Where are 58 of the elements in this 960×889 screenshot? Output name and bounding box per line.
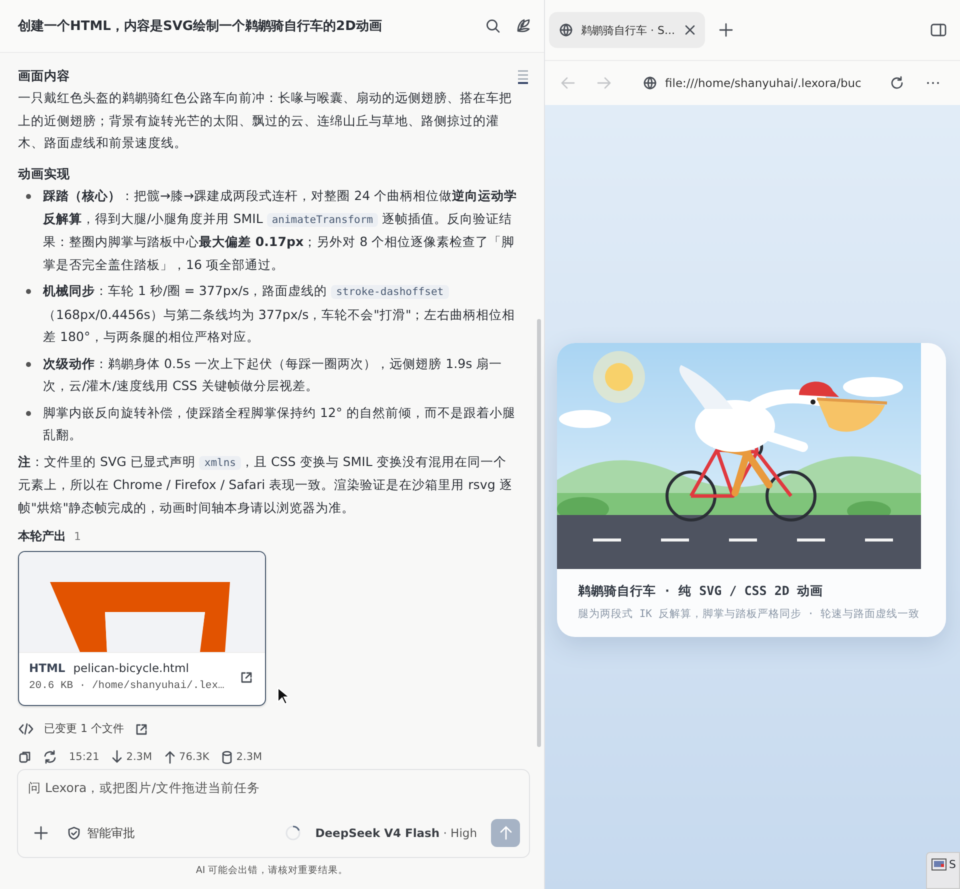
close-icon[interactable] — [682, 23, 697, 37]
plus-icon[interactable] — [718, 23, 733, 37]
shield-icon — [67, 826, 81, 840]
file-meta: 20.6 KB · /home/shanyuhai/.lex… — [29, 678, 224, 694]
database-icon — [221, 750, 234, 765]
upload-size: 76.3K — [179, 750, 210, 766]
section-heading: 画面内容 — [18, 66, 71, 85]
bullet-dot — [26, 410, 31, 416]
reload-icon[interactable] — [890, 76, 904, 90]
bullet-dot — [26, 362, 31, 367]
outline-icon[interactable] — [516, 68, 530, 85]
list-item-text: 次级动作：鹈鹕身体 0.5s 一次上下起伏（每踩一圈两次），远侧翅膀 1.9s 扇一次，云/灌木/速度线用 CSS 关键帧做分层视差。 — [43, 354, 504, 396]
storage-size: 2.3M — [236, 750, 262, 766]
globe-icon — [559, 23, 573, 37]
paragraph: 一只戴红色头盔的鹈鹕骑红色公路车向前冲：长喙与喉囊、扇动的远侧翅膀、搭在车把上的近侧翅膀；背景有旋转光芒的太阳、飘过的云、连绵山丘与草地、路侧掠过的灌木、路面虚线和前景速度线。 — [18, 89, 513, 152]
outputs-count: 1 — [74, 529, 81, 546]
section-heading: 动画实现 — [18, 164, 71, 183]
browser-tab[interactable]: 鹈鹕骑自行车 · S... — [549, 12, 705, 48]
arrow-up-icon — [164, 750, 176, 764]
message-field[interactable]: 问 Lexora，或把图片/文件拖进当前任务 智能审批 DeepSeek V4 Flash · High — [17, 768, 530, 858]
file-card[interactable]: HTML pelican-bicycle.html 20.6 KB · /home/shanyuhai/.lex… — [18, 550, 266, 706]
file-type: HTML — [29, 660, 66, 677]
search-icon[interactable] — [485, 18, 501, 34]
spinner-icon — [285, 825, 302, 841]
globe-icon — [643, 76, 657, 90]
arrow-down-icon — [111, 750, 124, 764]
changed-files-link[interactable]: 已变更 1 个文件 — [44, 718, 124, 740]
approval-button[interactable]: 智能审批 — [65, 822, 137, 844]
model-selector[interactable]: DeepSeek V4 Flash · High — [313, 824, 479, 842]
leaf-icon[interactable] — [515, 17, 532, 34]
list-item-text: 机械同步：车轮 1 秒/圈 = 377px/s，路面虚线的 stroke-dashoffset （168px/0.4456s）与第二条线均为 377px/s，车轮不会"打滑"；左右曲柄相位相差 180°，与两条腿的相位严格对应。 — [43, 282, 516, 346]
window-icon — [931, 858, 947, 871]
cursor-icon — [277, 686, 290, 705]
bullet-dot — [26, 289, 31, 294]
external-link-icon[interactable] — [134, 722, 148, 736]
bullet-dot — [26, 194, 31, 200]
note-paragraph: 注：文件里的 SVG 已显式声明 xmlns ，且 CSS 变换与 SMIL 变换没有混用在同一个元素上，所以在 Chrome / Firefox / Safari 表现一致。渲染验证是在沙箱里用 rsvg 逐帧"烘焙"静态帧完成的，动画时间轴本身请以浏览器为准。 — [18, 452, 514, 517]
list-item-text: 脚掌内嵌反向旋转补偿，使踩踏全程脚掌保持约 12° 的自然前倾，而不是跟着小腿乱翻。 — [43, 404, 516, 444]
plus-icon[interactable] — [33, 825, 49, 841]
copy-icon[interactable] — [18, 750, 31, 764]
scroll-thumb[interactable] — [537, 318, 541, 747]
refresh-icon[interactable] — [43, 750, 57, 764]
outputs-label: 本轮产出 — [18, 528, 66, 546]
download-size: 2.3M — [126, 750, 152, 766]
arrow-up-icon — [498, 825, 514, 841]
external-link-icon[interactable] — [239, 670, 253, 684]
more-icon[interactable] — [926, 79, 940, 87]
code-icon — [18, 720, 34, 737]
file-name: pelican-bicycle.html — [73, 660, 189, 677]
url-field[interactable]: file:///home/shanyuhai/.lexora/buc — [665, 76, 868, 90]
card-subtitle: 腿为两段式 IK 反解算，脚掌与踏板严格同步 · 轮速与路面虚线一致 — [578, 607, 920, 622]
chat-title: 创建一个HTML，内容是SVG绘制一个鹈鹕骑自行车的2D动画 — [18, 18, 382, 35]
card-title: 鹈鹕骑自行车 · 纯 SVG / CSS 2D 动画 — [578, 583, 824, 600]
time-text: 15:21 — [69, 750, 100, 766]
sidebar-icon[interactable] — [930, 22, 947, 38]
taskbar-item[interactable]: S — [926, 852, 960, 889]
disclaimer-text: AI 可能会出错，请核对重要结果。 — [194, 864, 350, 878]
list-item-text: 踩踏（核心）：把髋→膝→踝建成两段式连杆，对整圈 24 个曲柄相位做逆向运动学反解算，得到大腿/小腿角度并用 SMIL animateTransform 逐帧插值。反向验证结果：整圈内脚掌与踏板中心最大偏差 0.17px；另外对 8 个相位逐像素检查了「脚掌是否完全盖住踏板」，16 项全部通过。 — [43, 187, 518, 274]
